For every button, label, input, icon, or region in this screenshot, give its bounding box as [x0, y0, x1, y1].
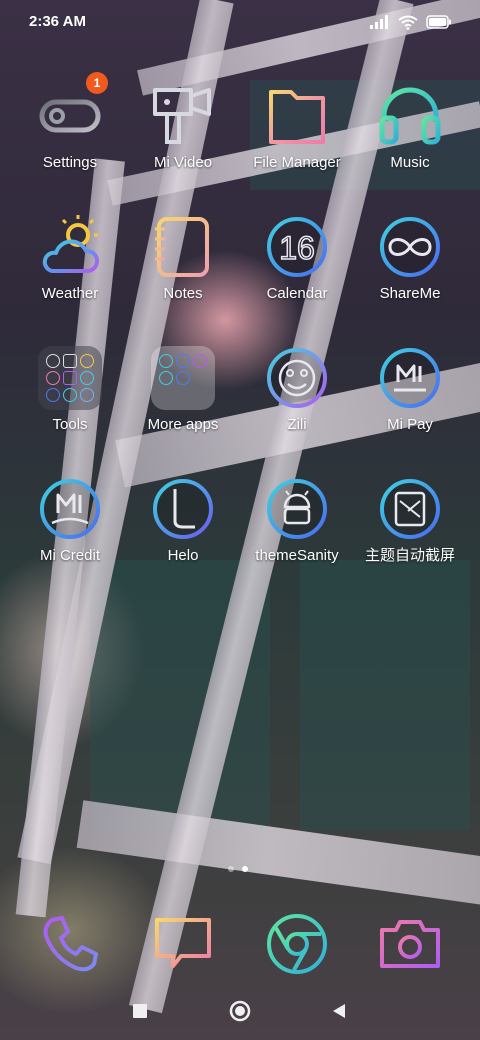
app-zili[interactable]: Zili — [241, 346, 353, 434]
dock-phone[interactable] — [14, 912, 126, 976]
message-icon — [155, 918, 211, 968]
headphones-icon — [379, 87, 441, 145]
dock-messages[interactable] — [127, 912, 239, 976]
app-tools-folder[interactable]: Tools — [14, 346, 126, 434]
shareme-icon — [380, 217, 440, 277]
status-time: 2:36 AM — [29, 13, 86, 30]
battery-icon — [426, 15, 451, 29]
folder-tools-icon — [38, 346, 102, 410]
svg-text:16: 16 — [279, 230, 315, 266]
app-themesanity[interactable]: themeSanity — [241, 477, 353, 565]
app-calendar[interactable]: 16 Calendar — [241, 215, 353, 303]
app-label: Notes — [163, 285, 203, 302]
app-label: More apps — [147, 416, 219, 433]
app-label: Calendar — [266, 285, 328, 302]
app-music[interactable]: Music — [354, 84, 466, 172]
navigation-bar — [0, 990, 480, 1034]
recents-button[interactable] — [131, 1002, 149, 1020]
app-label: themeSanity — [255, 547, 339, 564]
app-label: File Manager — [253, 154, 341, 171]
camera-icon — [380, 920, 440, 968]
app-theme-screenshot[interactable]: 主题自动截屏 — [354, 477, 466, 565]
notebook-icon — [155, 217, 209, 277]
zili-icon — [267, 348, 327, 408]
back-button[interactable] — [330, 1002, 348, 1020]
app-mi-video[interactable]: Mi Video — [127, 84, 239, 172]
calendar-icon: 16 — [267, 217, 327, 277]
video-camera-icon — [153, 88, 211, 144]
app-label: Zili — [287, 416, 307, 433]
dock — [0, 912, 480, 976]
app-settings[interactable]: 1 Settings — [14, 72, 126, 172]
helo-icon — [153, 479, 213, 539]
phone-icon — [43, 916, 98, 972]
app-label: Music — [390, 154, 430, 171]
weather-icon — [42, 215, 99, 273]
folder-icon — [269, 86, 325, 144]
page-dot[interactable] — [228, 866, 234, 872]
app-mi-pay[interactable]: Mi Pay — [354, 346, 466, 434]
app-label: Helo — [167, 547, 199, 564]
app-label: Weather — [41, 285, 99, 302]
dock-camera[interactable] — [354, 912, 466, 976]
folder-more-apps-icon — [151, 346, 215, 410]
app-label: Settings — [42, 154, 98, 171]
app-more-apps-folder[interactable]: More apps — [127, 346, 239, 434]
mi-credit-icon — [40, 479, 100, 539]
dock-browser[interactable] — [241, 912, 353, 976]
mi-pay-icon — [380, 348, 440, 408]
app-mi-credit[interactable]: Mi Credit — [14, 477, 126, 565]
page-indicator — [228, 866, 248, 872]
home-button[interactable] — [228, 999, 252, 1023]
screenshot-icon — [380, 479, 440, 539]
app-label: Mi Pay — [387, 416, 433, 433]
app-shareme[interactable]: ShareMe — [354, 215, 466, 303]
signal-icon — [370, 15, 388, 29]
app-label: ShareMe — [379, 285, 441, 302]
app-label: 主题自动截屏 — [364, 547, 455, 564]
status-bar: 2:36 AM — [0, 0, 480, 44]
app-label: Mi Credit — [39, 547, 100, 564]
page-dot-active[interactable] — [242, 866, 248, 872]
chrome-icon — [267, 914, 327, 974]
app-label: Tools — [52, 416, 88, 433]
app-weather[interactable]: Weather — [14, 215, 126, 303]
app-notes[interactable]: Notes — [127, 215, 239, 303]
wifi-icon — [398, 15, 418, 30]
notification-badge: 1 — [86, 72, 108, 94]
settings-icon — [39, 99, 101, 133]
app-label: Mi Video — [153, 154, 213, 171]
app-helo[interactable]: Helo — [127, 477, 239, 565]
app-file-manager[interactable]: File Manager — [241, 84, 353, 172]
android-icon — [267, 479, 327, 539]
